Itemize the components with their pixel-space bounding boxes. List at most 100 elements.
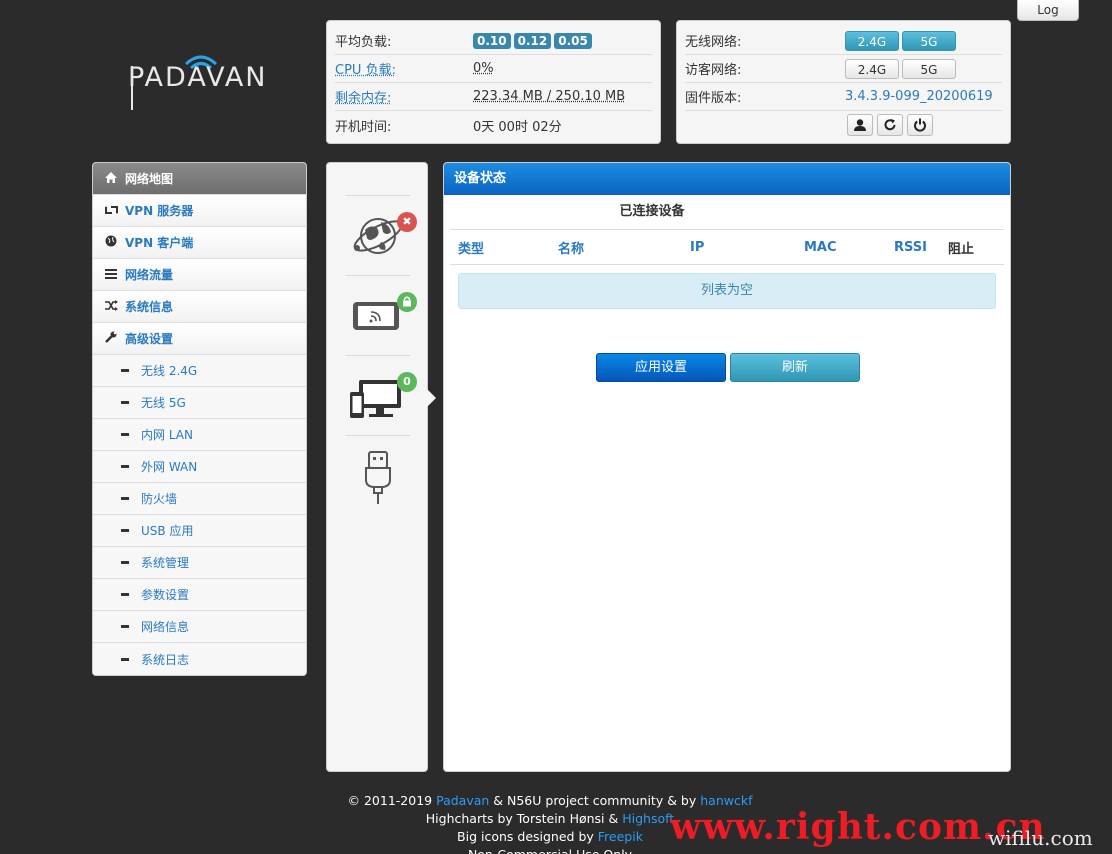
cpu-link[interactable]: CPU 负载:: [335, 59, 473, 78]
dash-icon: [121, 465, 129, 468]
sidebar-item-traffic[interactable]: 网络流量: [93, 259, 306, 291]
sidebar-sub-usb[interactable]: USB 应用: [93, 515, 306, 547]
refresh-button[interactable]: 刷新: [730, 353, 860, 382]
load-row: 平均负载: 0.10 0.12 0.05: [335, 27, 652, 55]
footer-copyright: © 2011-2019: [347, 793, 437, 808]
sidebar-sub-label: 参数设置: [141, 588, 190, 602]
usb-icon: [365, 451, 391, 504]
uptime-value: 0天 00时 02分: [473, 119, 562, 135]
retweet-icon: [103, 204, 119, 218]
power-icon: [914, 118, 926, 132]
panel-title: 设备状态: [444, 163, 1010, 195]
wireless-security-cell[interactable]: [345, 275, 417, 355]
reboot-button[interactable]: [877, 114, 903, 136]
sidebar-item-vpn-client[interactable]: VPN 客户端: [93, 227, 306, 259]
col-type[interactable]: 类型: [450, 238, 550, 257]
tablet-wifi-icon: [353, 302, 399, 330]
wireless-status-panel: 无线网络: 2.4G 5G 访客网络: 2.4G 5G 固件版本: 3.4.3.9-…: [676, 20, 1011, 144]
sidebar-sub-syslog[interactable]: 系统日志: [93, 643, 306, 675]
cpu-row: CPU 负载: 0%: [335, 55, 652, 83]
globe-icon: [103, 235, 119, 250]
sidebar-sub-label: USB 应用: [141, 524, 194, 538]
devices-table-header: 类型 名称 IP MAC RSSI 阻止: [450, 229, 1004, 265]
col-block: 阻止: [948, 241, 975, 257]
internet-status-cell[interactable]: ✖: [345, 195, 417, 275]
sidebar-sub-wireless-5g[interactable]: 无线 5G: [93, 387, 306, 419]
dash-icon: [121, 561, 129, 564]
footer-icons-credit: Big icons designed by: [457, 829, 598, 844]
clients-count-badge: 0: [397, 372, 417, 392]
wifi-24g-toggle[interactable]: 2.4G: [845, 30, 899, 51]
col-ip[interactable]: IP: [682, 240, 796, 255]
sidebar-item-label: VPN 服务器: [125, 204, 194, 218]
mem-row: 剩余内存: 223.34 MB / 250.10 MB: [335, 83, 652, 111]
system-buttons: [685, 111, 1002, 136]
mem-value: 223.34 MB / 250.10 MB: [473, 89, 626, 104]
sidebar-sub-label: 无线 2.4G: [141, 364, 198, 378]
sidebar-sub-label: 防火墙: [141, 492, 178, 506]
sidebar-item-label: 高级设置: [125, 332, 174, 346]
mem-link[interactable]: 剩余内存:: [335, 87, 473, 106]
shuffle-icon: [103, 299, 119, 314]
col-rssi[interactable]: RSSI: [886, 240, 946, 255]
log-button[interactable]: Log: [1017, 0, 1079, 21]
usb-cell[interactable]: [345, 435, 411, 515]
lock-badge-icon: [397, 292, 417, 312]
power-button[interactable]: [907, 114, 933, 136]
apply-button[interactable]: 应用设置: [596, 353, 726, 382]
firmware-row: 固件版本: 3.4.3.9-099_20200619: [685, 83, 1002, 111]
refresh-icon: [884, 119, 896, 131]
wifi-row: 无线网络: 2.4G 5G: [685, 27, 1002, 55]
sidebar-sub-admin[interactable]: 系统管理: [93, 547, 306, 579]
footer-highcharts: Highcharts by Torstein Hønsi &: [425, 811, 623, 826]
device-icon-column: ✖ 0: [326, 162, 428, 772]
freepik-link[interactable]: Freepik: [598, 829, 643, 844]
sidebar-sub-params[interactable]: 参数设置: [93, 579, 306, 611]
sidebar-sub-netinfo[interactable]: 网络信息: [93, 611, 306, 643]
sidebar-sub-label: 外网 WAN: [141, 460, 198, 474]
sidebar-item-system-info[interactable]: 系统信息: [93, 291, 306, 323]
firmware-version-link[interactable]: 3.4.3.9-099_20200619: [845, 89, 993, 104]
wifi-5g-toggle[interactable]: 5G: [902, 30, 956, 51]
list-icon: [103, 268, 119, 282]
user-icon: [854, 119, 866, 131]
sidebar-item-label: 系统信息: [125, 300, 174, 314]
dash-icon: [121, 529, 129, 532]
clients-cell[interactable]: 0: [345, 355, 417, 435]
padavan-link[interactable]: Padavan: [436, 793, 489, 808]
internet-error-badge: ✖: [397, 212, 417, 232]
home-icon: [103, 171, 119, 186]
col-mac[interactable]: MAC: [796, 240, 886, 255]
user-button[interactable]: [847, 114, 873, 136]
sidebar-item-advanced[interactable]: 高级设置: [93, 323, 306, 355]
sidebar-menu: 网络地图 VPN 服务器 VPN 客户端 网络流量 系统信息 高级设置 无线 2…: [92, 162, 307, 676]
footer-community: & N56U project community & by: [489, 793, 701, 808]
sidebar-item-vpn-server[interactable]: VPN 服务器: [93, 195, 306, 227]
cpu-value: 0%: [473, 61, 494, 76]
wifi-label: 无线网络:: [685, 35, 742, 50]
sidebar-sub-firewall[interactable]: 防火墙: [93, 483, 306, 515]
connected-devices-title: 已连接设备: [619, 204, 685, 219]
sidebar-sub-wireless-24g[interactable]: 无线 2.4G: [93, 355, 306, 387]
guest-5g-toggle[interactable]: 5G: [902, 58, 956, 79]
guest-label: 访客网络:: [685, 63, 742, 78]
sidebar-sub-lan[interactable]: 内网 LAN: [93, 419, 306, 451]
sidebar-sub-label: 网络信息: [141, 620, 190, 634]
logo-text: PADAVAN: [128, 62, 268, 93]
wrench-icon: [103, 331, 119, 346]
sidebar-sub-wan[interactable]: 外网 WAN: [93, 451, 306, 483]
dash-icon: [121, 401, 129, 404]
empty-list-message: 列表为空: [458, 273, 996, 309]
dash-icon: [121, 657, 129, 661]
guest-24g-toggle[interactable]: 2.4G: [845, 58, 899, 79]
system-status-panel: 平均负载: 0.10 0.12 0.05 CPU 负载: 0% 剩余内存: 223.…: [326, 20, 661, 144]
sidebar-item-network-map[interactable]: 网络地图: [93, 163, 306, 195]
dash-icon: [121, 593, 129, 596]
sidebar-sub-label: 无线 5G: [141, 396, 186, 410]
selection-pointer: [427, 389, 436, 407]
load-badge-2: 0.12: [513, 32, 552, 49]
firmware-label: 固件版本:: [685, 91, 742, 106]
padavan-logo: PADAVAN: [128, 48, 278, 112]
col-name[interactable]: 名称: [550, 238, 682, 257]
highsoft-link[interactable]: Highsoft: [622, 811, 674, 826]
